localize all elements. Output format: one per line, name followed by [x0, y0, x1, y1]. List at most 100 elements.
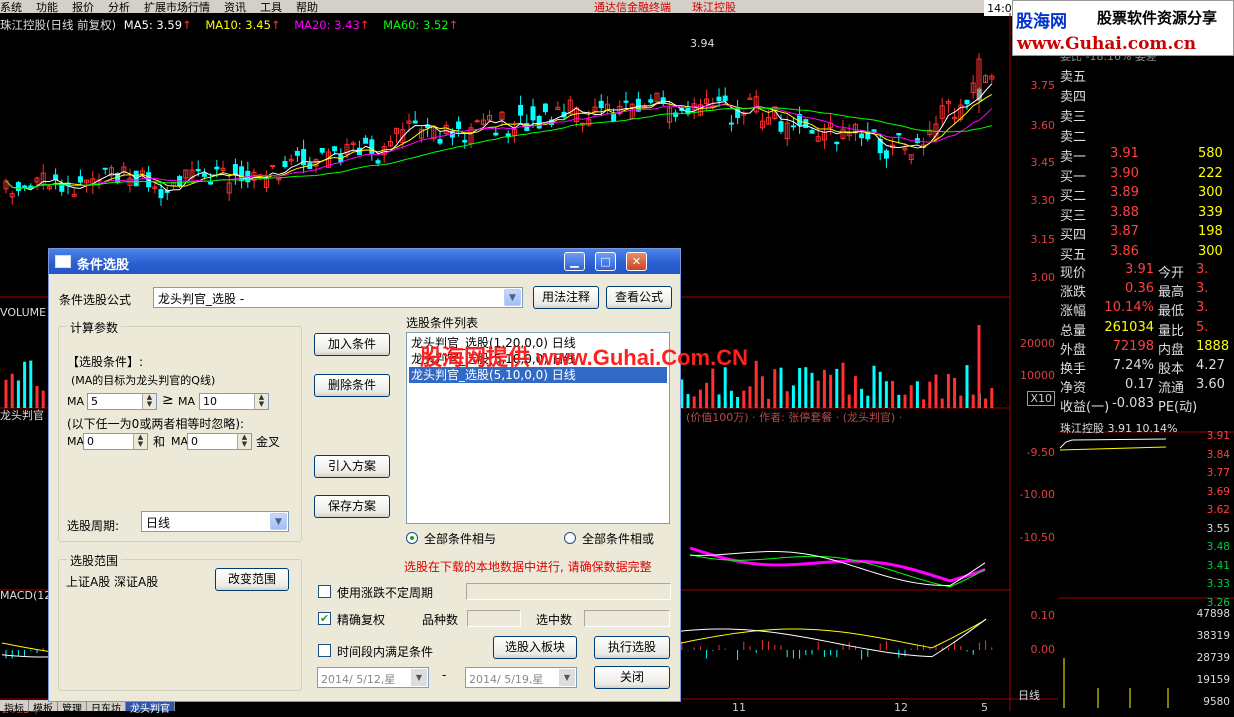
close-icon[interactable]: ✕ — [626, 252, 647, 271]
timespan-checkbox[interactable] — [318, 644, 331, 657]
mini-price-tick: 3.48 — [1206, 541, 1230, 553]
chevron-down-icon[interactable]: ▼ — [270, 513, 287, 530]
volume-unit: X10 — [1027, 391, 1055, 406]
picked-field — [584, 610, 670, 627]
period-select[interactable]: 日线 ▼ — [141, 511, 289, 532]
dialog-titlebar[interactable]: 条件选股 ▁ □ ✕ — [49, 249, 680, 274]
list-title: 选股条件列表 — [406, 316, 479, 330]
date-to-picker[interactable]: 2014/ 5/19,星 ▼ — [465, 667, 577, 688]
candle-body — [369, 139, 375, 155]
save-scheme-button[interactable]: 保存方案 — [314, 495, 390, 518]
range-group: 选股范围 上证A股 深证A股 改变范围 — [58, 552, 302, 691]
book-price: 3.87 — [1110, 224, 1139, 239]
indicator-tick: -10.50 — [1019, 531, 1055, 544]
mini-price-tick: 3.26 — [1206, 596, 1230, 609]
stats-row: 外盘 72198 内盘 1888 — [1060, 339, 1234, 358]
ma10-label: MA10: 3.45 — [205, 18, 271, 32]
help-button[interactable]: 用法注释 — [533, 286, 599, 309]
stats-value: 261034 — [1104, 319, 1154, 335]
stats-value: 7.24% — [1112, 358, 1154, 373]
ma4-stepper[interactable]: 0 ▲ ▼ — [187, 433, 252, 450]
mini-chart[interactable]: 珠江控股 3.91 10.14% 3.91 3.84 3.77 3.69 3.62 3.5… — [1058, 418, 1234, 711]
sell3-label: 卖三 — [1060, 110, 1087, 125]
stats-row: 收益(一) -0.083 PE(动) — [1060, 396, 1234, 416]
candle-body — [635, 98, 641, 112]
to-block-button[interactable]: 选股入板块 — [493, 636, 577, 659]
ignore-note: (以下任一为0或两者相等时忽略): — [67, 417, 245, 431]
stats-key: 总量 — [1060, 323, 1087, 339]
chevron-down-icon[interactable]: ▼ — [504, 289, 521, 306]
timespan-label[interactable]: 时间段内满足条件 — [337, 643, 433, 660]
ma-prefix: MA — [67, 435, 85, 448]
date-to-value: 2014/ 5/19,星 — [469, 673, 544, 686]
radio-and-label[interactable]: 全部条件相与 — [424, 530, 496, 547]
ma2-stepper[interactable]: 10 ▲ ▼ — [199, 393, 269, 410]
mini-volume-tick: 47898 — [1196, 608, 1230, 620]
book-volume: 198 — [1198, 224, 1223, 239]
volume-label: VOLUME — [0, 306, 47, 319]
stats-value: 3. — [1196, 262, 1209, 277]
stats-value: 3. — [1196, 300, 1209, 316]
ma-prefix: MA — [171, 435, 189, 448]
stats-key: 最低 — [1158, 304, 1185, 320]
candle-body — [883, 150, 889, 159]
mini-price-tick: 3.84 — [1206, 448, 1230, 461]
unfixed-period-checkbox[interactable] — [318, 585, 331, 598]
book-price: 3.89 — [1110, 185, 1139, 200]
date-from-picker[interactable]: 2014/ 5/12,星 ▼ — [317, 667, 429, 688]
unfixed-period-label[interactable]: 使用涨跌不定周期 — [337, 584, 433, 601]
change-range-button[interactable]: 改变范围 — [215, 568, 289, 591]
candle-body — [716, 96, 722, 102]
stats-key: PE(动) — [1158, 400, 1198, 416]
candle-body — [15, 182, 21, 191]
exact-adjust-label[interactable]: 精确复权 — [337, 611, 385, 628]
exact-adjust-checkbox[interactable]: ✔ — [318, 612, 331, 625]
date-label: 11 — [732, 701, 746, 714]
stats-key: 股本 — [1158, 362, 1185, 377]
chevron-down-icon[interactable]: ▼ — [411, 669, 427, 686]
period-label[interactable]: 日线 — [1018, 687, 1040, 703]
formula-select[interactable]: 龙头判官_选股 - ▼ — [153, 287, 523, 308]
stats-key: 流通 — [1158, 381, 1185, 397]
chevron-down-icon[interactable]: ▼ — [559, 669, 575, 686]
candle-body — [648, 99, 654, 103]
logo-slogan: 股票软件资源分享 — [1097, 9, 1218, 27]
stats-value: 5. — [1196, 319, 1209, 335]
mini-price-tick: 3.69 — [1206, 485, 1230, 498]
high-price-mark: 3.94 — [690, 37, 715, 50]
params-group-title: 计算参数 — [67, 319, 122, 336]
book-volume: 580 — [1198, 146, 1223, 161]
mini-price-tick: 3.77 — [1206, 467, 1230, 479]
radio-and[interactable] — [406, 532, 418, 544]
ma3-stepper[interactable]: 0 ▲ ▼ — [83, 433, 148, 450]
stats-value: 0.36 — [1125, 281, 1154, 297]
ma3-value: 0 — [87, 435, 94, 448]
close-button[interactable]: 关闭 — [594, 666, 670, 689]
tab-indicator[interactable]: 指标 — [0, 700, 29, 715]
candle-body — [518, 104, 524, 116]
delete-condition-button[interactable]: 删除条件 — [314, 374, 390, 397]
price-axis: 3.75 3.60 3.45 3.30 3.15 3.00 20000 1000… — [1010, 13, 1058, 711]
spin-arrows-icon[interactable]: ▲ ▼ — [254, 394, 268, 409]
view-formula-button[interactable]: 查看公式 — [606, 286, 672, 309]
candle-body — [462, 140, 468, 143]
radio-or-label[interactable]: 全部条件相或 — [582, 530, 654, 547]
minimize-icon[interactable]: ▁ — [564, 252, 585, 271]
radio-or[interactable] — [564, 532, 576, 544]
candle-body — [542, 103, 548, 113]
candle-body — [332, 146, 338, 152]
candle-body — [437, 139, 443, 144]
price-tick: 3.45 — [1030, 156, 1056, 169]
maximize-icon[interactable]: □ — [595, 252, 616, 271]
book-row: 买五 3.86 300 — [1060, 244, 1230, 263]
spin-arrows-icon[interactable]: ▲ ▼ — [237, 434, 251, 449]
stats-value: 3.60 — [1196, 377, 1225, 393]
add-condition-button[interactable]: 加入条件 — [314, 333, 390, 356]
spin-arrows-icon[interactable]: ▲ ▼ — [133, 434, 147, 449]
run-select-button[interactable]: 执行选股 — [594, 636, 670, 659]
stats-row: 换手 7.24% 股本 4.27 — [1060, 358, 1234, 377]
cond-note: (MA的目标为龙头判官的Q线) — [71, 374, 216, 387]
import-scheme-button[interactable]: 引入方案 — [314, 455, 390, 478]
spin-arrows-icon[interactable]: ▲ ▼ — [142, 394, 156, 409]
ma1-stepper[interactable]: 5 ▲ ▼ — [87, 393, 157, 410]
